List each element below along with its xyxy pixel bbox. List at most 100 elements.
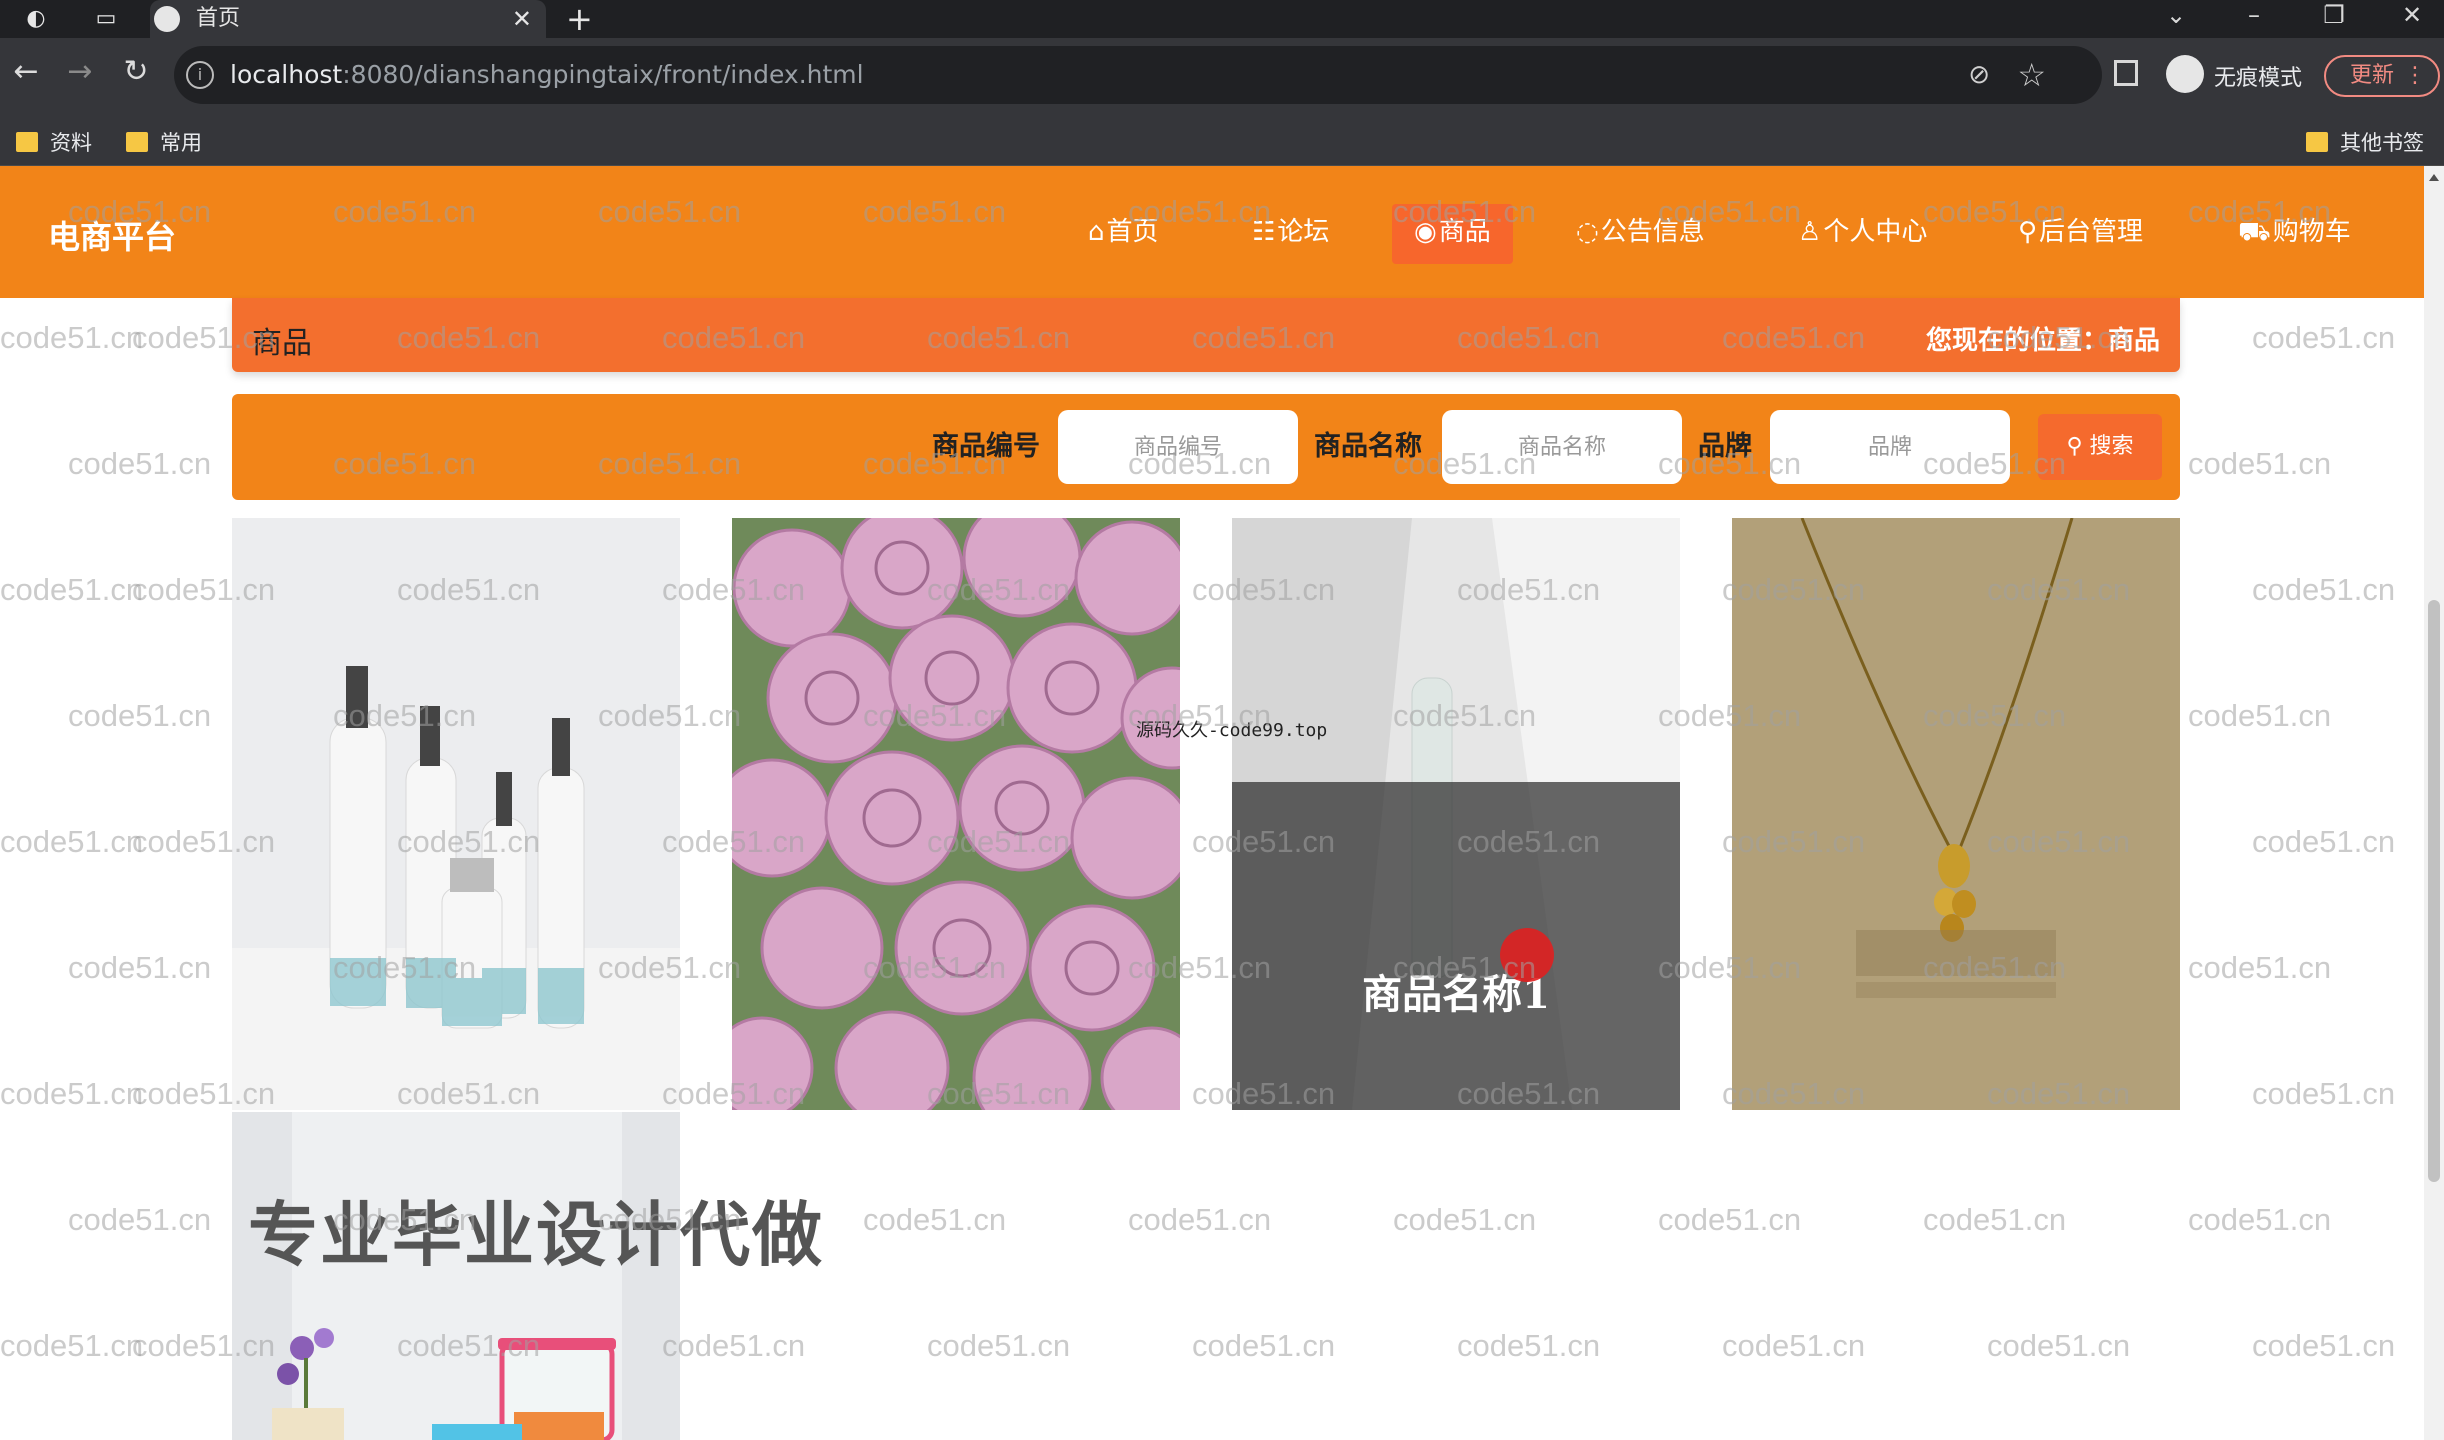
watermark-text: code51.cn	[0, 320, 144, 355]
forward-button[interactable]: →	[60, 52, 100, 92]
bookmark-folder-ziliao[interactable]: 资料	[16, 130, 92, 156]
web-page: 电商平台 ⌂首页 ☷论坛 ◉商品 ◌公告信息 ♙个人中心 ⚲后台管理 ⛟购物车 …	[0, 166, 2424, 1440]
tab-close-icon[interactable]: ✕	[512, 4, 532, 34]
cart-icon: ⛟	[2238, 217, 2271, 247]
watermark-text: code51.cn	[0, 824, 144, 859]
product-image-cosmetics	[232, 518, 680, 1110]
site-brand[interactable]: 电商平台	[48, 212, 176, 258]
nav-cart[interactable]: ⛟购物车	[2216, 204, 2373, 264]
favicon-icon	[154, 6, 180, 32]
tab-list-chevron-icon[interactable]: ⌄	[2156, 0, 2196, 34]
nav-admin[interactable]: ⚲后台管理	[1996, 204, 2165, 264]
watermark-text: code51.cn	[1987, 1328, 2131, 1363]
watermark-text: code51.cn	[2252, 1328, 2396, 1363]
user-icon: ♙	[1798, 217, 1822, 247]
close-window-button[interactable]: ✕	[2392, 0, 2432, 34]
watermark-text: code51.cn	[927, 1328, 1071, 1363]
watermark-text: code51.cn	[1457, 1328, 1601, 1363]
url-text[interactable]: localhost:8080/dianshangpingtaix/front/i…	[230, 59, 864, 91]
watermark-text: code51.cn	[2252, 1076, 2396, 1111]
watermark-text: code51.cn	[2188, 950, 2332, 985]
search-button[interactable]: ⚲ 搜索	[2038, 414, 2162, 480]
tab-title: 首页	[196, 6, 241, 31]
browser-tab-bar: ◐ ▭ 首页 ✕ + ⌄ – ❐ ✕	[0, 0, 2444, 38]
new-tab-button[interactable]: +	[566, 2, 593, 36]
restore-button[interactable]: ❐	[2314, 0, 2354, 34]
watermark-text: code51.cn	[68, 698, 212, 733]
page-title: 商品	[252, 326, 312, 361]
product-name[interactable]: 商品名称1	[1232, 962, 1680, 1020]
watermark-text: code51.cn	[2252, 320, 2396, 355]
link-icon: ⚲	[2018, 217, 2038, 247]
watermark-text: code51.cn	[2252, 824, 2396, 859]
product-card[interactable]	[232, 518, 680, 1110]
globe-icon: ◉	[1414, 217, 1437, 247]
back-button[interactable]: ←	[6, 52, 46, 92]
notice-icon: ◌	[1576, 217, 1599, 247]
incognito-icon	[2166, 55, 2204, 93]
bookmarks-bar: 资料 常用 其他书签	[0, 118, 2444, 166]
site-header: 电商平台 ⌂首页 ☷论坛 ◉商品 ◌公告信息 ♙个人中心 ⚲后台管理 ⛟购物车	[0, 166, 2424, 298]
brand-input[interactable]	[1770, 410, 2010, 484]
watermark-text: code51.cn	[1192, 1328, 1336, 1363]
side-panel-icon[interactable]	[2114, 60, 2138, 86]
breadcrumb-current[interactable]: 商品	[2108, 326, 2160, 356]
watermark-text: code51.cn	[2188, 1202, 2332, 1237]
breadcrumb: 商品 您现在的位置：商品	[232, 298, 2180, 372]
product-image-necklace	[1732, 518, 2180, 1110]
tracking-eye-icon[interactable]: ⊘	[1968, 60, 1990, 90]
product-card[interactable]: 商品名称1	[1232, 518, 1680, 1110]
folder-icon	[2306, 132, 2328, 152]
hover-overlay	[1232, 782, 1680, 1110]
browser-tab-active[interactable]: 首页 ✕	[150, 0, 546, 38]
bookmark-star-icon[interactable]: ☆	[2017, 56, 2046, 94]
scroll-up-arrow-icon[interactable]	[2429, 174, 2439, 181]
nav-products[interactable]: ◉商品	[1392, 204, 1513, 264]
product-card[interactable]	[732, 518, 1180, 1110]
minimize-button[interactable]: –	[2234, 0, 2274, 34]
watermark-text: code51.cn	[0, 572, 144, 607]
watermark-text: code51.cn	[68, 1202, 212, 1237]
product-card[interactable]	[1732, 518, 2180, 1110]
watermark-text: code51.cn	[1128, 1202, 1272, 1237]
source-overlay-text: 源码久久-code99.top	[1136, 720, 1328, 741]
menu-dots-icon[interactable]: ⋮	[2404, 57, 2426, 95]
search-form: 商品编号 商品名称 品牌 ⚲ 搜索	[232, 394, 2180, 500]
product-name-input[interactable]	[1442, 410, 1682, 484]
nav-user-center[interactable]: ♙个人中心	[1776, 204, 1949, 264]
address-bar[interactable]: i localhost:8080/dianshangpingtaix/front…	[174, 46, 2102, 104]
watermark-text: code51.cn	[1923, 1202, 2067, 1237]
home-icon: ⌂	[1088, 217, 1105, 247]
nav-announcements[interactable]: ◌公告信息	[1554, 204, 1727, 264]
nav-home[interactable]: ⌂首页	[1066, 204, 1181, 264]
cursor-indicator-icon	[1500, 928, 1554, 982]
scrollbar-thumb[interactable]	[2428, 600, 2440, 1182]
watermark-text: code51.cn	[1658, 1202, 1802, 1237]
watermark-text: code51.cn	[0, 1328, 144, 1363]
watermark-text: code51.cn	[2188, 698, 2332, 733]
browser-profile-icon[interactable]: ◐	[16, 4, 56, 34]
forum-icon: ☷	[1252, 217, 1276, 247]
watermark-text: code51.cn	[863, 1202, 1007, 1237]
site-info-icon[interactable]: i	[186, 61, 214, 89]
product-image-roses	[732, 518, 1180, 1110]
browser-toolbar: ← → ↻ i localhost:8080/dianshangpingtaix…	[0, 38, 2444, 118]
bookmark-folder-changyong[interactable]: 常用	[126, 130, 202, 156]
update-button[interactable]: 更新 ⋮	[2324, 55, 2440, 97]
watermark-text: code51.cn	[2252, 572, 2396, 607]
watermark-text: code51.cn	[68, 950, 212, 985]
page-scrollbar[interactable]	[2424, 166, 2444, 1440]
watermark-text: code51.cn	[0, 1076, 144, 1111]
reload-button[interactable]: ↻	[116, 52, 156, 92]
tab-search-icon[interactable]: ▭	[86, 4, 126, 34]
search-icon: ⚲	[2066, 434, 2090, 459]
promo-overlay-text: 专业毕业设计代做	[248, 1194, 824, 1276]
watermark-text: code51.cn	[1393, 1202, 1537, 1237]
watermark-text: code51.cn	[1722, 1328, 1866, 1363]
product-code-input[interactable]	[1058, 410, 1298, 484]
nav-forum[interactable]: ☷论坛	[1230, 204, 1351, 264]
brand-label: 品牌	[1698, 431, 1752, 462]
product-code-label: 商品编号	[932, 431, 1040, 462]
bookmark-folder-other[interactable]: 其他书签	[2306, 130, 2424, 156]
watermark-text: code51.cn	[2188, 446, 2332, 481]
